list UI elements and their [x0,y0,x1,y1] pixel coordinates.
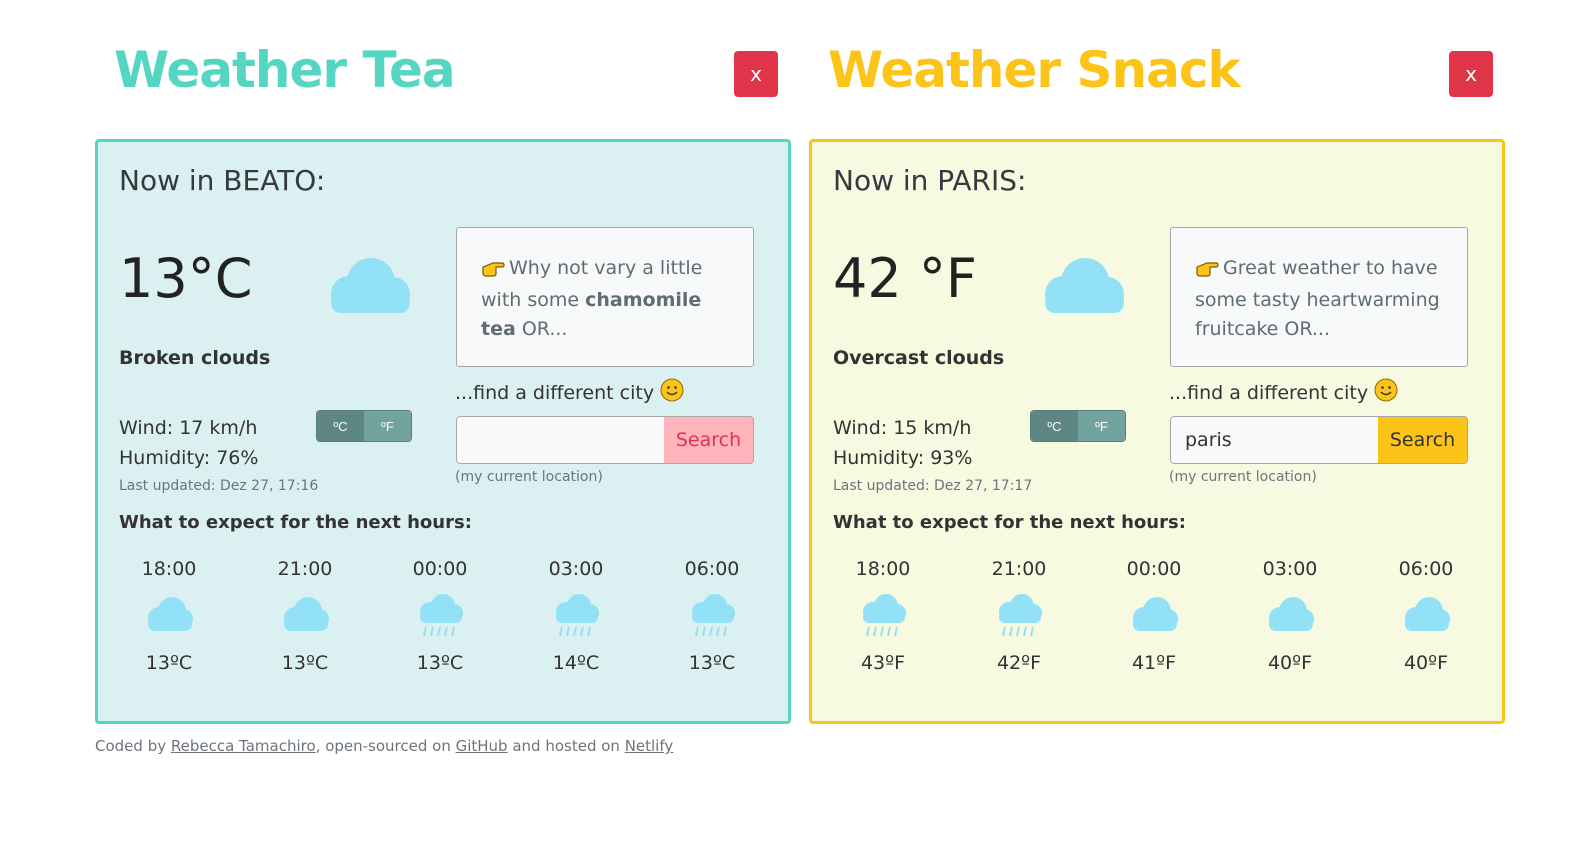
advice-text: Great weather to have some tasty heartwa… [1195,257,1440,340]
app-title-snack: Weather Snack [828,41,1241,99]
forecast-item: 00:00 41ºF [1104,558,1204,674]
forecast-item: 21:00 42ºF [969,558,1069,674]
rain-cloud-icon [526,594,626,638]
github-link[interactable]: GitHub [456,737,508,755]
forecast-time: 03:00 [1262,558,1318,580]
forecast-temp: 13ºC [145,652,193,674]
unit-toggle: ºC ºF [1030,410,1126,442]
city-search-form: Search [1170,416,1468,464]
forecast-item: 18:00 43ºF [833,558,933,674]
forecast-time: 00:00 [1126,558,1182,580]
unit-toggle: ºC ºF [316,410,412,442]
footer: Coded by Rebecca Tamachiro, open-sourced… [95,737,673,755]
forecast-item: 21:00 13ºC [255,558,355,674]
weather-description: Broken clouds [119,347,271,369]
forecast-time: 06:00 [684,558,740,580]
cloud-icon [323,256,413,322]
search-button[interactable]: Search [664,416,754,464]
celsius-button[interactable]: ºC [1031,411,1078,441]
forecast-time: 21:00 [991,558,1047,580]
current-city-heading: Now in PARIS: [833,164,1027,197]
city-search-input[interactable] [456,416,664,464]
smile-icon [1374,378,1398,407]
author-link[interactable]: Rebecca Tamachiro [171,737,316,755]
current-location-link[interactable]: (my current location) [455,469,603,485]
fahrenheit-button[interactable]: ºF [364,411,411,441]
forecast-time: 00:00 [412,558,468,580]
city-search-input[interactable] [1170,416,1378,464]
cloud-icon [1037,256,1127,322]
last-updated: Last updated: Dez 27, 17:16 [119,478,319,494]
forecast-time: 18:00 [141,558,197,580]
forecast-time: 18:00 [855,558,911,580]
forecast-time: 06:00 [1398,558,1454,580]
next-hours-title: What to expect for the next hours: [833,512,1186,533]
forecast-item: 06:00 40ºF [1376,558,1476,674]
smile-icon [660,378,684,407]
footer-text: and hosted on [507,737,625,755]
cloud-icon [1376,594,1476,638]
rain-cloud-icon [390,594,490,638]
forecast-item: 00:00 13ºC [390,558,490,674]
forecast-temp: 13ºC [416,652,464,674]
close-tea-button[interactable]: x [734,51,778,97]
find-city-text: ...find a different city [455,381,655,404]
forecast-temp: 41ºF [1131,652,1177,674]
cloud-icon [119,594,219,638]
forecast-item: 03:00 14ºC [526,558,626,674]
forecast-temp: 40ºF [1403,652,1449,674]
find-city-text: ...find a different city [1169,381,1369,404]
humidity: Humidity: 93% [833,447,973,469]
current-temperature: 42 °F [833,247,977,310]
forecast-temp: 40ºF [1267,652,1313,674]
find-city-label: ...find a different city [1169,378,1398,407]
advice-text-end: OR... [515,318,568,340]
weather-card-tea: Now in BEATO: 13°C Broken clouds Wind: 1… [95,139,791,724]
forecast-time: 03:00 [548,558,604,580]
forecast-temp: 13ºC [688,652,736,674]
forecast-temp: 13ºC [281,652,329,674]
rain-cloud-icon [833,594,933,638]
search-button[interactable]: Search [1378,416,1468,464]
forecast-time: 21:00 [277,558,333,580]
forecast-item: 18:00 13ºC [119,558,219,674]
cloud-icon [1240,594,1340,638]
forecast-item: 03:00 40ºF [1240,558,1340,674]
last-updated: Last updated: Dez 27, 17:17 [833,478,1033,494]
forecast-temp: 14ºC [552,652,600,674]
pointing-hand-icon [1195,257,1219,286]
tea-advice-box: Why not vary a little with some chamomil… [456,227,754,367]
celsius-button[interactable]: ºC [317,411,364,441]
cloud-icon [1104,594,1204,638]
weather-description: Overcast clouds [833,347,1005,369]
rain-cloud-icon [662,594,762,638]
weather-card-snack: Now in PARIS: 42 °F Overcast clouds Wind… [809,139,1505,724]
netlify-link[interactable]: Netlify [625,737,674,755]
fahrenheit-button[interactable]: ºF [1078,411,1125,441]
wind-speed: Wind: 15 km/h [833,417,972,439]
footer-text: Coded by [95,737,171,755]
city-search-form: Search [456,416,754,464]
next-hours-title: What to expect for the next hours: [119,512,472,533]
wind-speed: Wind: 17 km/h [119,417,258,439]
footer-text: , open-sourced on [315,737,456,755]
current-location-link[interactable]: (my current location) [1169,469,1317,485]
humidity: Humidity: 76% [119,447,259,469]
close-snack-button[interactable]: x [1449,51,1493,97]
app-title-tea: Weather Tea [114,41,456,99]
find-city-label: ...find a different city [455,378,684,407]
snack-advice-box: Great weather to have some tasty heartwa… [1170,227,1468,367]
forecast-temp: 42ºF [996,652,1042,674]
forecast-temp: 43ºF [860,652,906,674]
pointing-hand-icon [481,257,505,286]
current-temperature: 13°C [119,247,253,310]
rain-cloud-icon [969,594,1069,638]
forecast-item: 06:00 13ºC [662,558,762,674]
cloud-icon [255,594,355,638]
current-city-heading: Now in BEATO: [119,164,326,197]
